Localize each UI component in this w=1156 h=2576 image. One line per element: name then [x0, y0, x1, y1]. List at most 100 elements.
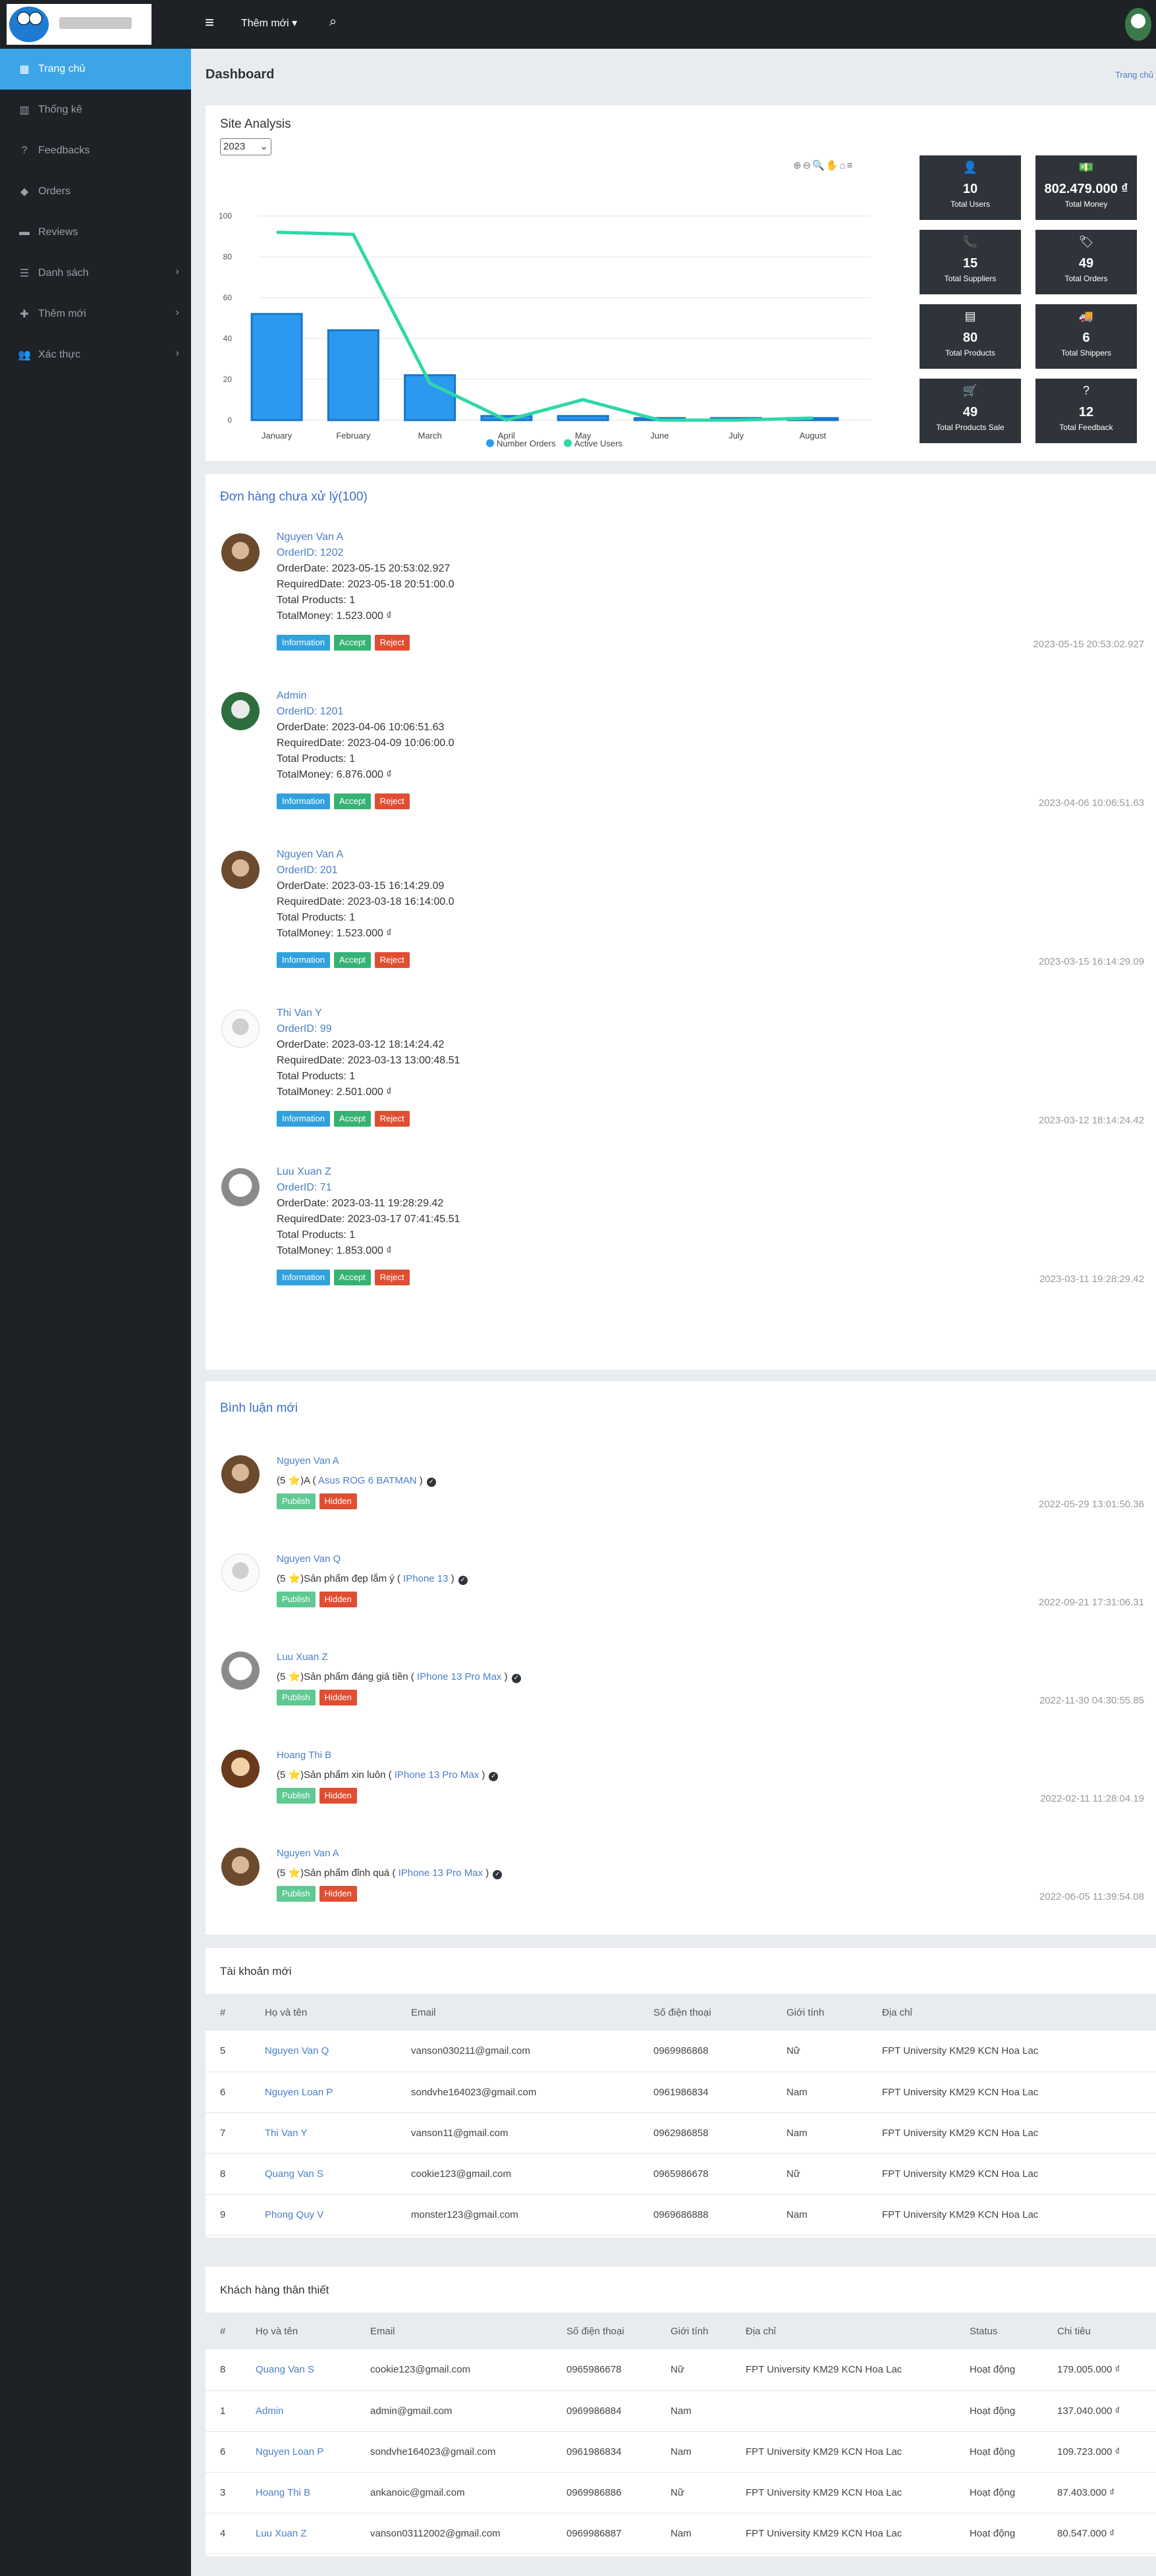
name-link[interactable]: Quang Van S	[250, 2153, 397, 2195]
accept-button[interactable]: Accept	[334, 793, 371, 809]
name-link[interactable]: Thi Van Y	[250, 2112, 397, 2154]
product-link[interactable]: IPhone 13 Pro Max	[395, 1867, 485, 1879]
column-header: Họ và tên	[250, 1994, 397, 2031]
stat-value: 49	[1078, 256, 1094, 271]
name-link[interactable]: Quang Van S	[241, 2349, 356, 2391]
hidden-button[interactable]: Hidden	[319, 1493, 357, 1509]
publish-button[interactable]: Publish	[277, 1788, 316, 1804]
accept-button[interactable]: Accept	[334, 1270, 371, 1285]
reviewer-name-link[interactable]: Nguyen Van A	[277, 1844, 502, 1864]
logo[interactable]	[7, 4, 151, 45]
table-cell: Nam	[772, 2112, 867, 2154]
table-cell: 0961986834	[639, 2072, 772, 2113]
reject-button[interactable]: Reject	[374, 1270, 410, 1285]
accept-button[interactable]: Accept	[334, 635, 371, 651]
name-link[interactable]: Phong Quy V	[250, 2194, 397, 2236]
order-id-link[interactable]: OrderID: 201	[277, 863, 454, 878]
publish-button[interactable]: Publish	[277, 1592, 316, 1607]
hidden-button[interactable]: Hidden	[319, 1788, 357, 1804]
name-link[interactable]: Hoang Thi B	[241, 2472, 356, 2513]
sidebar-item-3[interactable]: ◆ Orders	[0, 171, 191, 212]
order-id-link[interactable]: OrderID: 1201	[277, 704, 454, 720]
reject-button[interactable]: Reject	[374, 1111, 410, 1127]
stat-value: 12	[1078, 405, 1094, 419]
reject-button[interactable]: Reject	[374, 952, 410, 968]
home-reset-icon[interactable]: ⌂	[840, 160, 847, 171]
chart-menu-icon[interactable]: ≡	[847, 160, 854, 171]
reviewer-name-link[interactable]: Nguyen Van Q	[277, 1549, 468, 1569]
order-actions: Information Accept Reject	[277, 1270, 460, 1285]
table-cell: Hoạt động	[955, 2390, 1043, 2432]
table-cell: 5	[206, 2031, 250, 2072]
breadcrumb-link[interactable]: Trang chủ	[1115, 70, 1153, 80]
sidebar-item-2[interactable]: ? Feedbacks	[0, 130, 191, 171]
information-button[interactable]: Information	[277, 1111, 331, 1127]
pan-hand-icon[interactable]: ✋	[826, 160, 840, 171]
table-row: 8 Quang Van Scookie123@gmail.com 096598667…	[206, 2153, 1156, 2195]
information-button[interactable]: Information	[277, 1270, 331, 1285]
check-circle-icon: ✓	[426, 1478, 436, 1487]
name-link[interactable]: Luu Xuan Z	[241, 2513, 356, 2554]
search-icon[interactable]: ⌕	[329, 14, 337, 30]
total-products: Total Products: 1	[277, 753, 356, 765]
sidebar-item-0[interactable]: ▦ Trang chủ	[0, 49, 191, 90]
accept-button[interactable]: Accept	[334, 952, 371, 968]
hidden-button[interactable]: Hidden	[319, 1886, 357, 1902]
hamburger-menu-icon[interactable]: ≡	[202, 15, 217, 32]
customer-name-link[interactable]: Nguyen Van A	[277, 847, 454, 863]
legend-label[interactable]: Number Orders	[497, 439, 556, 448]
zoom-in-icon[interactable]: ⊕	[793, 160, 803, 171]
stat-card: 💵 802.479.000 ₫ Total Money	[1035, 155, 1137, 220]
sidebar-item-1[interactable]: ▥ Thống kê	[0, 90, 191, 130]
order-id-link[interactable]: OrderID: 1202	[277, 545, 454, 561]
table-row: 3 Hoang Thi Bankanoic@gmail.com 0969986886…	[206, 2472, 1156, 2513]
x-tick-label: February	[336, 431, 371, 441]
sidebar-item-7[interactable]: 👥 Xác thực ›	[0, 335, 191, 375]
publish-button[interactable]: Publish	[277, 1493, 316, 1509]
name-link[interactable]: Nguyen Van Q	[250, 2031, 397, 2072]
product-link[interactable]: IPhone 13 Pro Max	[392, 1769, 482, 1781]
customer-name-link[interactable]: Luu Xuan Z	[277, 1164, 460, 1180]
name-link[interactable]: Nguyen Loan P	[250, 2072, 397, 2113]
sidebar-item-label: Orders	[38, 186, 70, 197]
publish-button[interactable]: Publish	[277, 1886, 316, 1902]
reviewer-name-link[interactable]: Luu Xuan Z	[277, 1648, 521, 1667]
total-products: Total Products: 1	[277, 912, 356, 923]
reviewer-name-link[interactable]: Nguyen Van A	[277, 1451, 436, 1471]
accept-button[interactable]: Accept	[334, 1111, 371, 1127]
year-select[interactable]: 2023 ⌄	[220, 138, 271, 155]
sidebar-item-4[interactable]: ▬ Reviews	[0, 212, 191, 253]
product-link[interactable]: IPhone 13 Pro Max	[414, 1671, 505, 1682]
user-avatar[interactable]	[1125, 8, 1151, 41]
hidden-button[interactable]: Hidden	[319, 1592, 357, 1607]
publish-button[interactable]: Publish	[277, 1690, 316, 1705]
review-item: Hoang Thi B (5 ⭐)Sản phẩm xin luôn ( IPho…	[206, 1750, 1156, 1842]
customer-name-link[interactable]: Nguyen Van A	[277, 529, 454, 545]
information-button[interactable]: Information	[277, 793, 331, 809]
reject-button[interactable]: Reject	[374, 635, 410, 651]
zoom-out-icon[interactable]: ⊖	[803, 160, 813, 171]
stat-label: Total Money	[1064, 200, 1108, 209]
magnify-icon[interactable]: 🔍	[812, 160, 826, 171]
table-cell: FPT University KM29 KCN Hoa Lac	[731, 2431, 955, 2473]
customer-name-link[interactable]: Thi Van Y	[277, 1006, 460, 1021]
order-id-link[interactable]: OrderID: 99	[277, 1021, 460, 1037]
y-tick-label: 100	[219, 211, 232, 221]
name-link[interactable]: Nguyen Loan P	[241, 2431, 356, 2473]
reject-button[interactable]: Reject	[374, 793, 410, 809]
legend-label[interactable]: Active Users	[574, 439, 622, 448]
sidebar-item-5[interactable]: ☰ Danh sách ›	[0, 253, 191, 294]
information-button[interactable]: Information	[277, 952, 331, 968]
hidden-button[interactable]: Hidden	[319, 1690, 357, 1705]
review-text: (5 ⭐)Sản phẩm xin luôn ( IPhone 13 Pro M…	[277, 1765, 499, 1785]
order-id-link[interactable]: OrderID: 71	[277, 1180, 460, 1196]
information-button[interactable]: Information	[277, 635, 331, 651]
sidebar-item-6[interactable]: ✚ Thêm mới ›	[0, 294, 191, 335]
customer-name-link[interactable]: Admin	[277, 688, 454, 704]
product-link[interactable]: IPhone 13	[400, 1573, 451, 1584]
product-link[interactable]: Asus ROG 6 BATMAN	[316, 1475, 420, 1486]
name-link[interactable]: Admin	[241, 2390, 356, 2432]
reviewer-name-link[interactable]: Hoang Thi B	[277, 1746, 498, 1765]
review-text: (5 ⭐)A ( Asus ROG 6 BATMAN ) ✓	[277, 1471, 436, 1491]
add-new-dropdown[interactable]: Thêm mới ▾	[241, 16, 297, 32]
